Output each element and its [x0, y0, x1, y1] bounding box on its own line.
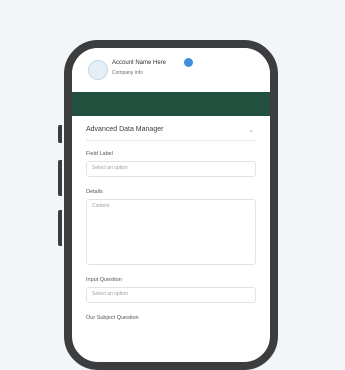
- profile-header: Account Name Here Company info: [72, 48, 270, 92]
- select-field-1[interactable]: Select an option: [86, 161, 256, 177]
- phone-volume-up-button: [58, 160, 62, 196]
- details-textarea[interactable]: Content: [86, 199, 256, 265]
- phone-frame: Account Name Here Company info Advanced …: [64, 40, 278, 370]
- avatar[interactable]: [88, 60, 108, 80]
- field-label-2: Details: [86, 189, 103, 195]
- profile-subtitle: Company info: [112, 70, 143, 76]
- select-field-2[interactable]: Select an option: [86, 287, 256, 303]
- profile-name: Account Name Here: [112, 60, 167, 66]
- field-label-3: Input Question: [86, 277, 122, 283]
- phone-volume-down-button: [58, 210, 62, 246]
- chevron-down-icon[interactable]: ⌄: [248, 126, 254, 134]
- section-header[interactable]: Advanced Data Manager ⌄: [86, 126, 256, 141]
- verified-badge-icon: [184, 58, 193, 67]
- header-banner: [72, 92, 270, 116]
- field-label-4: Our Subject Question: [86, 315, 139, 321]
- form-section: Advanced Data Manager ⌄ Field Label Sele…: [72, 116, 270, 362]
- phone-silent-switch: [58, 125, 62, 143]
- section-title: Advanced Data Manager: [86, 126, 164, 133]
- field-label-1: Field Label: [86, 151, 113, 157]
